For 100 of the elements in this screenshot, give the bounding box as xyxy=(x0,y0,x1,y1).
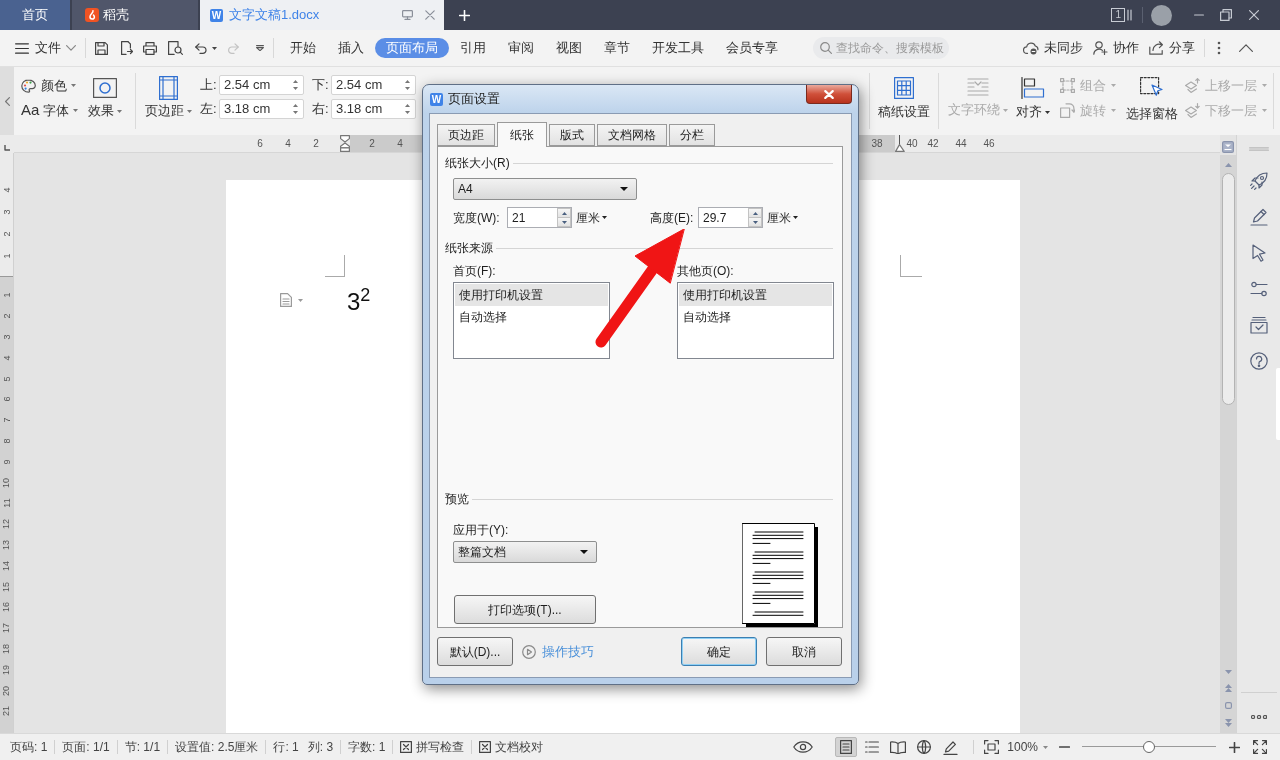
dialog-tab[interactable]: 文档网格 xyxy=(597,124,667,146)
ribbon-tab[interactable]: 开始 xyxy=(279,38,327,58)
document-icon[interactable] xyxy=(280,293,292,307)
list-option[interactable]: 自动选择 xyxy=(455,306,608,328)
toolbar-button[interactable]: 分享 xyxy=(1149,38,1195,58)
caret-down-icon[interactable] xyxy=(405,111,410,114)
page-nav-icon[interactable] xyxy=(1222,141,1234,153)
caret-down-icon[interactable] xyxy=(293,87,298,90)
paper-size-dropdown[interactable]: A4 xyxy=(453,178,637,200)
status-button[interactable]: 文档校对 xyxy=(479,738,544,756)
inbox-check-icon[interactable] xyxy=(1249,316,1268,334)
tab[interactable]: W 文字文稿1.docx xyxy=(200,0,444,30)
indent-marker[interactable] xyxy=(340,135,350,152)
rocket-icon[interactable] xyxy=(1249,172,1268,190)
print-icon[interactable] xyxy=(143,41,157,55)
sliders-icon[interactable] xyxy=(1249,280,1268,298)
view-button[interactable] xyxy=(835,737,858,757)
list-box[interactable]: 使用打印机设置 自动选择 xyxy=(453,282,610,359)
ribbon-button[interactable]: 页边距 xyxy=(145,67,192,135)
zoom-slider[interactable] xyxy=(1082,741,1216,753)
more-icon[interactable] xyxy=(1217,41,1221,55)
pen-icon[interactable] xyxy=(1249,208,1268,226)
caret-up-icon[interactable] xyxy=(293,104,298,107)
tab-stop-icon[interactable] xyxy=(4,145,10,151)
plus-icon[interactable] xyxy=(1229,741,1240,753)
ribbon-tab[interactable]: 引用 xyxy=(449,38,497,58)
search-field[interactable]: 查找命令、搜索模板 xyxy=(813,37,949,59)
fit-width-icon[interactable] xyxy=(984,740,1000,754)
help-icon[interactable] xyxy=(1249,352,1268,370)
status-button[interactable]: 拼写检查 xyxy=(400,738,465,756)
ribbon-button[interactable]: 稿纸设置 xyxy=(878,67,930,135)
eye-icon[interactable] xyxy=(793,741,814,753)
file-menu[interactable]: 文件 xyxy=(15,36,76,60)
zoom-level-button[interactable]: 100% xyxy=(1007,738,1048,756)
spin-up-button[interactable] xyxy=(748,208,762,218)
number-field[interactable]: 21 xyxy=(507,207,572,228)
margin-field[interactable]: 2.54 cm xyxy=(219,75,304,95)
undo-icon[interactable] xyxy=(195,42,208,54)
ribbon-tab[interactable]: 会员专享 xyxy=(715,38,789,58)
pointer-icon[interactable] xyxy=(1249,244,1268,262)
ribbon-dropdown-button[interactable]: 颜色 xyxy=(21,75,78,96)
dialog-button[interactable]: 确定 xyxy=(681,637,757,666)
apply-to-dropdown[interactable]: 整篇文档 xyxy=(453,541,597,563)
dialog-tab[interactable]: 分栏 xyxy=(669,124,715,146)
ribbon-tab[interactable]: 视图 xyxy=(545,38,593,58)
dialog-button[interactable]: 打印选项(T)... xyxy=(454,595,596,624)
ribbon-dropdown-button[interactable]: Aa 字体 xyxy=(21,100,78,121)
list-box[interactable]: 使用打印机设置 自动选择 xyxy=(677,282,834,359)
document-export-icon[interactable] xyxy=(119,41,133,55)
dialog-tab[interactable]: 版式 xyxy=(549,124,595,146)
tab[interactable]: 首页 xyxy=(0,0,70,30)
number-field[interactable]: 29.7 xyxy=(698,207,763,228)
right-indent-marker[interactable] xyxy=(895,135,905,152)
list-option[interactable]: 使用打印机设置 xyxy=(679,284,832,306)
ribbon-tab[interactable]: 章节 xyxy=(593,38,641,58)
restore-icon[interactable] xyxy=(1220,9,1232,21)
spin-down-button[interactable] xyxy=(748,218,762,227)
close-icon[interactable] xyxy=(1249,10,1259,20)
print-preview-icon[interactable] xyxy=(168,41,183,55)
close-icon[interactable] xyxy=(425,10,435,20)
monitor-icon[interactable] xyxy=(402,10,413,20)
toolbar-button[interactable]: 协作 xyxy=(1093,38,1139,58)
close-button[interactable] xyxy=(806,85,852,104)
dialog-tab[interactable]: 纸张 xyxy=(497,122,547,147)
ribbon-button[interactable]: 选择窗格 xyxy=(1126,67,1178,135)
caret-up-icon[interactable] xyxy=(405,104,410,107)
slider-thumb[interactable] xyxy=(1143,741,1155,753)
avatar[interactable] xyxy=(1151,4,1172,26)
margin-field[interactable]: 3.18 cm xyxy=(331,99,416,119)
vertical-scrollbar[interactable] xyxy=(1220,155,1236,733)
spin-down-button[interactable] xyxy=(557,218,571,227)
ribbon-tab[interactable]: 开发工具 xyxy=(641,38,715,58)
caret-icon xyxy=(602,216,607,219)
toolbar-button[interactable]: 未同步 xyxy=(1023,38,1083,58)
list-option[interactable]: 自动选择 xyxy=(679,306,832,328)
customize-icon[interactable] xyxy=(256,45,264,51)
caret-down-icon[interactable] xyxy=(293,111,298,114)
unit-dropdown[interactable]: 厘米 xyxy=(767,208,798,227)
ribbon-button[interactable]: 对齐 xyxy=(1016,67,1050,135)
dialog-button[interactable]: 默认(D)... xyxy=(437,637,513,666)
chevron-up-icon[interactable] xyxy=(1239,44,1253,52)
caret-down-icon[interactable] xyxy=(405,87,410,90)
handle-icon[interactable] xyxy=(1248,147,1269,151)
fullscreen-icon[interactable] xyxy=(1253,740,1267,754)
more-icon[interactable] xyxy=(1250,715,1267,719)
caret-up-icon[interactable] xyxy=(405,80,410,83)
tab[interactable]: 稻壳 xyxy=(72,0,198,30)
spin-up-button[interactable] xyxy=(557,208,571,218)
dialog-tab[interactable]: 页边距 xyxy=(437,124,495,146)
caret-up-icon[interactable] xyxy=(293,80,298,83)
scrollbar-thumb[interactable] xyxy=(1221,173,1235,405)
unit-dropdown[interactable]: 厘米 xyxy=(576,208,607,227)
ribbon-button[interactable]: 效果 xyxy=(88,67,122,135)
save-icon[interactable] xyxy=(95,41,108,55)
ribbon-tab[interactable]: 审阅 xyxy=(497,38,545,58)
margin-field[interactable]: 2.54 cm xyxy=(331,75,416,95)
margin-field[interactable]: 3.18 cm xyxy=(219,99,304,119)
list-option[interactable]: 使用打印机设置 xyxy=(455,284,608,306)
dialog-button[interactable]: 取消 xyxy=(766,637,842,666)
ribbon-tab[interactable]: 插入 xyxy=(327,38,375,58)
